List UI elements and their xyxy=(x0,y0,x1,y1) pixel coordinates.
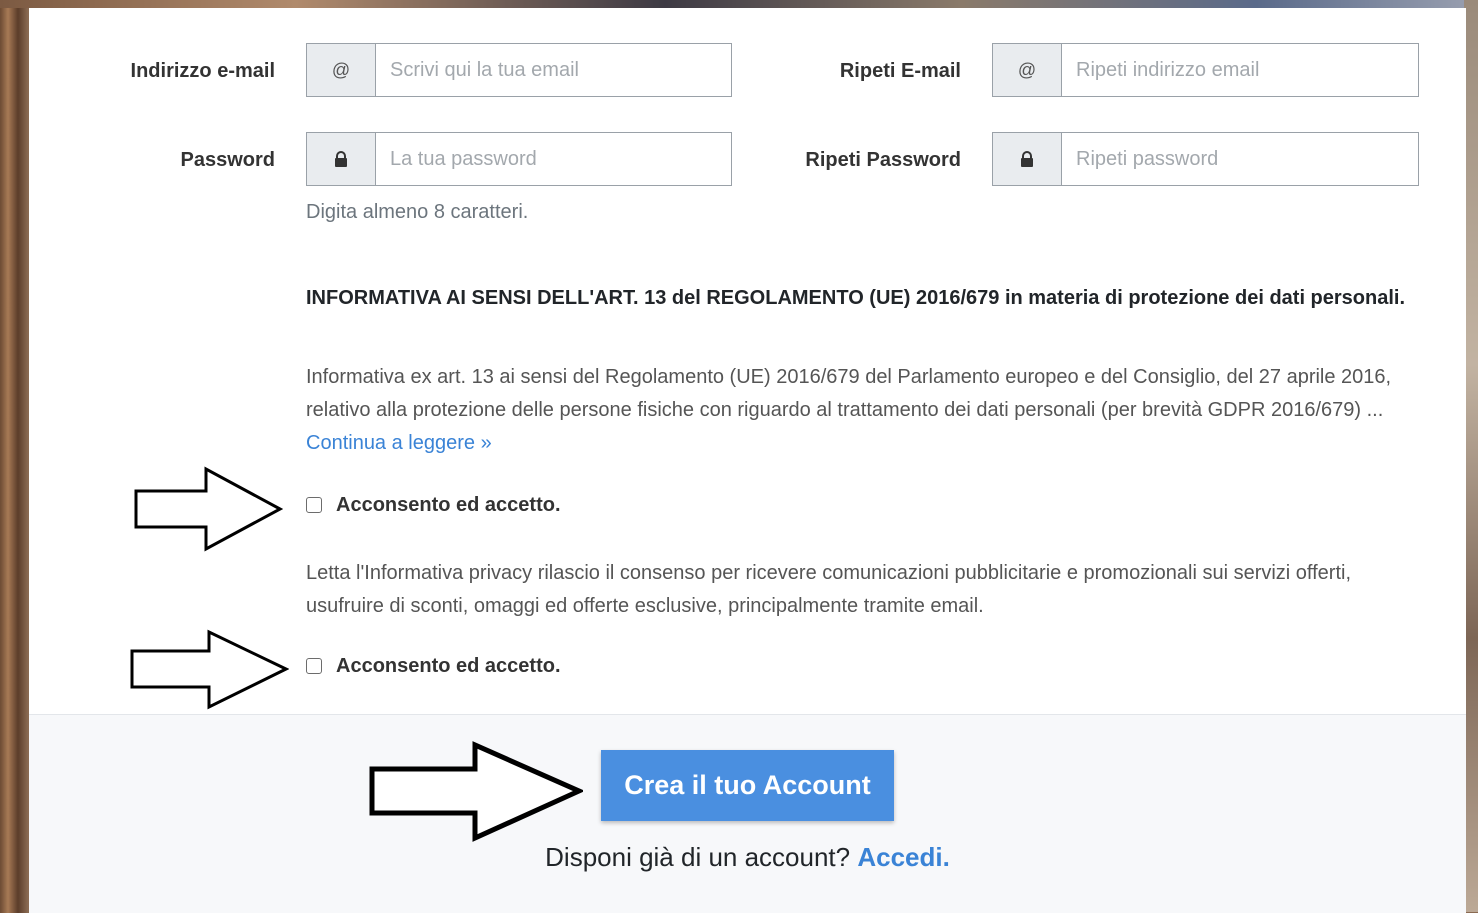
privacy-consent-checkbox[interactable] xyxy=(306,497,322,513)
password-input-group xyxy=(306,132,732,186)
repeat-password-input-group xyxy=(992,132,1419,186)
create-account-button[interactable]: Crea il tuo Account xyxy=(601,750,894,821)
repeat-email-input-group: @ xyxy=(992,43,1419,97)
repeat-email-input[interactable] xyxy=(1062,44,1418,96)
card-footer: Crea il tuo Account Disponi già di un ac… xyxy=(29,714,1466,913)
repeat-email-label: Ripeti E-mail xyxy=(839,60,961,82)
lock-icon xyxy=(993,133,1062,185)
read-more-link[interactable]: Continua a leggere » xyxy=(306,432,492,454)
login-prompt-text: Disponi già di un account? xyxy=(545,842,858,872)
marketing-consent-checkbox[interactable] xyxy=(306,658,322,674)
lock-icon xyxy=(307,133,376,185)
email-label: Indirizzo e-mail xyxy=(130,60,275,82)
password-input[interactable] xyxy=(376,133,731,185)
login-prompt: Disponi già di un account? Accedi. xyxy=(29,842,1466,873)
privacy-text: Informativa ex art. 13 ai sensi del Rego… xyxy=(306,361,1426,460)
background-photo-right xyxy=(1464,0,1478,912)
repeat-password-input[interactable] xyxy=(1062,133,1418,185)
repeat-password-label: Ripeti Password xyxy=(805,149,961,171)
marketing-text: Letta l'Informativa privacy rilascio il … xyxy=(306,562,1352,617)
marketing-consent[interactable]: Acconsento ed accetto. xyxy=(306,654,561,678)
at-icon: @ xyxy=(993,44,1062,96)
privacy-consent[interactable]: Acconsento ed accetto. xyxy=(306,493,561,517)
email-input[interactable] xyxy=(376,44,731,96)
registration-card: Indirizzo e-mail @ Ripeti E-mail @ Passw… xyxy=(29,8,1466,913)
marketing-consent-label[interactable]: Acconsento ed accetto. xyxy=(336,655,561,678)
password-hint: Digita almeno 8 caratteri. xyxy=(306,201,529,223)
arrow-icon xyxy=(134,466,283,552)
privacy-body: Informativa ex art. 13 ai sensi del Rego… xyxy=(306,366,1392,421)
privacy-title: INFORMATIVA AI SENSI DELL'ART. 13 del RE… xyxy=(306,287,1406,309)
background-photo-top xyxy=(0,0,1478,8)
password-label: Password xyxy=(180,149,275,171)
email-row: Indirizzo e-mail @ Ripeti E-mail @ xyxy=(29,43,1466,99)
arrow-icon xyxy=(369,741,583,842)
privacy-consent-label[interactable]: Acconsento ed accetto. xyxy=(336,494,561,517)
at-icon: @ xyxy=(307,44,376,96)
arrow-icon xyxy=(130,629,289,710)
login-link[interactable]: Accedi. xyxy=(857,842,950,872)
email-input-group: @ xyxy=(306,43,732,97)
password-row: Password Ripeti Password xyxy=(29,132,1466,188)
